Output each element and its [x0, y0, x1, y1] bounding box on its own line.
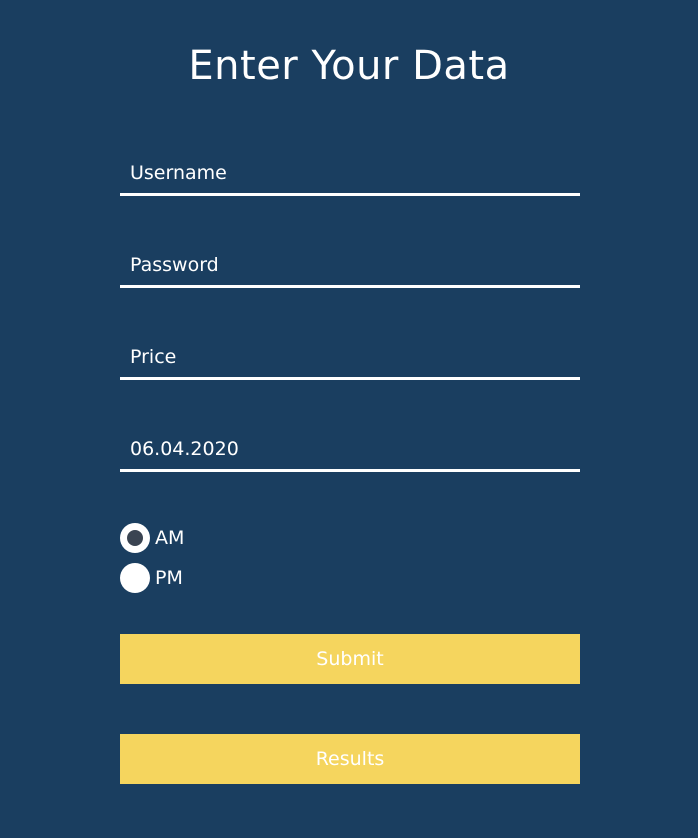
radio-option-pm[interactable]: PM [120, 563, 183, 593]
results-button[interactable]: Results [120, 734, 580, 784]
price-input[interactable] [120, 336, 580, 377]
radio-option-am[interactable]: AM [120, 523, 184, 553]
radio-label-pm: PM [155, 567, 183, 589]
username-input[interactable] [120, 152, 580, 193]
password-input[interactable] [120, 244, 580, 285]
password-field[interactable] [120, 244, 580, 288]
date-input[interactable] [120, 428, 580, 469]
date-field[interactable] [120, 428, 580, 472]
radio-unselected-icon[interactable] [120, 563, 150, 593]
page-title: Enter Your Data [188, 43, 510, 89]
radio-label-am: AM [155, 527, 185, 549]
username-field[interactable] [120, 152, 580, 196]
radio-selected-icon[interactable] [120, 523, 150, 553]
submit-button[interactable]: Submit [120, 634, 580, 684]
price-field[interactable] [120, 336, 580, 380]
